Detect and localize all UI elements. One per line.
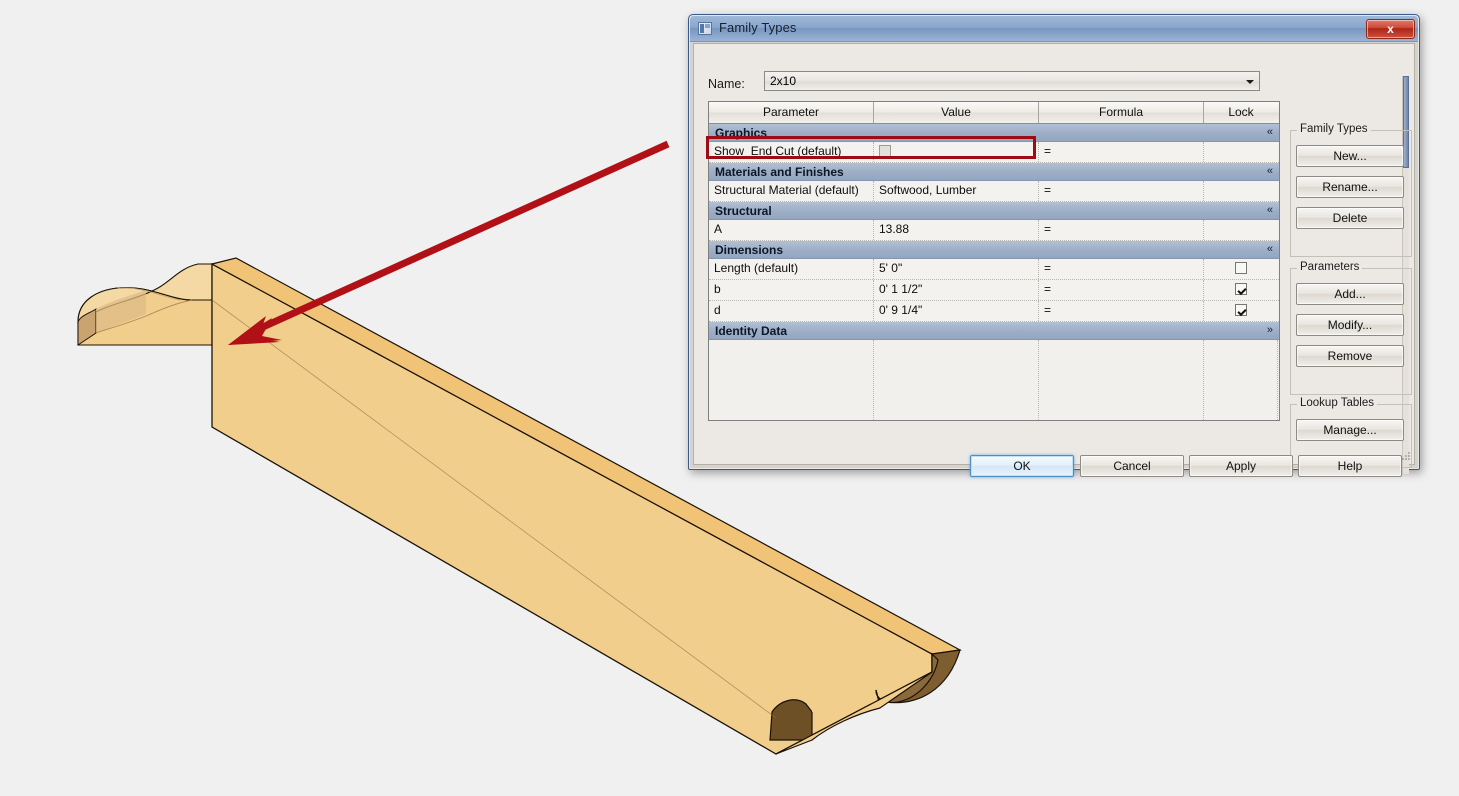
cancel-button[interactable]: Cancel [1080, 455, 1184, 477]
cell-value[interactable] [874, 142, 1039, 162]
rename-button[interactable]: Rename... [1296, 176, 1404, 198]
chevron-double-up-icon[interactable]: « [1267, 164, 1273, 179]
chevron-down-icon[interactable] [1246, 80, 1254, 84]
group-title-parameters: Parameters [1297, 261, 1363, 273]
family-types-dialog: Family Types x Name: 2x10 Parameter Valu… [688, 14, 1420, 477]
cell-lock[interactable] [1204, 259, 1278, 279]
chevron-double-down-icon[interactable]: » [1267, 323, 1273, 338]
cell-lock [1204, 181, 1278, 201]
chevron-double-up-icon[interactable]: « [1267, 125, 1273, 140]
section-header-row[interactable]: Identity Data » [709, 322, 1279, 340]
section-title: Dimensions [715, 242, 784, 257]
remove-parameter-button[interactable]: Remove [1296, 345, 1404, 367]
cell-formula[interactable]: = [1039, 142, 1204, 162]
cell-lock[interactable] [1204, 280, 1278, 300]
dialog-title: Family Types [719, 20, 797, 35]
callout-arrow [228, 140, 670, 345]
dialog-titlebar[interactable]: Family Types x [690, 16, 1418, 42]
resize-grip[interactable] [1399, 450, 1411, 462]
cell-formula[interactable]: = [1039, 259, 1204, 279]
cell-value[interactable]: 13.88 [874, 220, 1039, 240]
help-button[interactable]: Help [1298, 455, 1402, 477]
cell-formula[interactable]: = [1039, 280, 1204, 300]
table-row[interactable]: b 0' 1 1/2" = [709, 280, 1279, 301]
section-header-row[interactable]: Structural « [709, 202, 1279, 220]
cell-parameter[interactable]: A [709, 220, 874, 240]
lock-checkbox[interactable] [1235, 304, 1247, 316]
cell-value[interactable]: 0' 1 1/2" [874, 280, 1039, 300]
name-label: Name: [708, 77, 745, 91]
family-types-icon [698, 22, 712, 35]
cell-parameter[interactable]: Length (default) [709, 259, 874, 279]
empty-cell [1204, 340, 1278, 420]
column-header-value[interactable]: Value [874, 102, 1039, 123]
section-title: Materials and Finishes [715, 164, 844, 179]
section-header-row[interactable]: Graphics « [709, 124, 1279, 142]
cell-parameter[interactable]: Show_End Cut (default) [709, 142, 874, 162]
close-button[interactable]: x [1366, 19, 1415, 39]
dialog-body: Name: 2x10 Parameter Value Formula Lock … [693, 43, 1415, 477]
column-header-formula[interactable]: Formula [1039, 102, 1204, 123]
group-title-family-types: Family Types [1297, 123, 1371, 135]
group-family-types: Family Types New... Rename... Delete [1290, 123, 1412, 257]
parameter-table[interactable]: Parameter Value Formula Lock Graphics «Sh… [708, 101, 1280, 421]
table-row[interactable]: Show_End Cut (default) = [709, 142, 1279, 163]
empty-cell [1039, 340, 1204, 420]
column-header-parameter[interactable]: Parameter [709, 102, 874, 123]
family-type-name-value: 2x10 [770, 74, 797, 88]
table-row[interactable]: d 0' 9 1/4" = [709, 301, 1279, 322]
group-title-lookup-tables: Lookup Tables [1297, 397, 1377, 409]
table-body: Graphics «Show_End Cut (default) = Material… [709, 124, 1279, 420]
add-parameter-button[interactable]: Add... [1296, 283, 1404, 305]
apply-button[interactable]: Apply [1189, 455, 1293, 477]
cell-parameter[interactable]: b [709, 280, 874, 300]
cell-lock [1204, 220, 1278, 240]
cell-lock [1204, 142, 1278, 162]
table-row[interactable]: Length (default) 5' 0" = [709, 259, 1279, 280]
cell-value[interactable]: 0' 9 1/4" [874, 301, 1039, 321]
group-parameters: Parameters Add... Modify... Remove [1290, 261, 1412, 395]
ok-button[interactable]: OK [970, 455, 1074, 477]
cell-lock[interactable] [1204, 301, 1278, 321]
delete-button[interactable]: Delete [1296, 207, 1404, 229]
section-header-row[interactable]: Dimensions « [709, 241, 1279, 259]
modify-parameter-button[interactable]: Modify... [1296, 314, 1404, 336]
cell-parameter[interactable]: Structural Material (default) [709, 181, 874, 201]
table-empty-area[interactable] [709, 340, 1279, 420]
chevron-double-up-icon[interactable]: « [1267, 203, 1273, 218]
empty-cell [709, 340, 874, 420]
new-button[interactable]: New... [1296, 145, 1404, 167]
cell-formula[interactable]: = [1039, 220, 1204, 240]
cell-formula[interactable]: = [1039, 301, 1204, 321]
chevron-double-up-icon[interactable]: « [1267, 242, 1273, 257]
cell-value[interactable]: 5' 0" [874, 259, 1039, 279]
show-end-cut-checkbox[interactable] [879, 145, 891, 157]
cell-formula[interactable]: = [1039, 181, 1204, 201]
section-title: Graphics [715, 125, 768, 140]
manage-lookup-tables-button[interactable]: Manage... [1296, 419, 1404, 441]
lock-checkbox[interactable] [1235, 283, 1247, 295]
empty-cell [874, 340, 1039, 420]
section-title: Identity Data [715, 323, 788, 338]
column-header-lock[interactable]: Lock [1204, 102, 1278, 123]
screen-root: Family Types x Name: 2x10 Parameter Valu… [0, 0, 1459, 796]
table-header-row: Parameter Value Formula Lock [709, 102, 1279, 124]
lock-checkbox[interactable] [1235, 262, 1247, 274]
cell-value[interactable]: Softwood, Lumber [874, 181, 1039, 201]
section-title: Structural [715, 203, 772, 218]
section-header-row[interactable]: Materials and Finishes « [709, 163, 1279, 181]
table-row[interactable]: Structural Material (default) Softwood, L… [709, 181, 1279, 202]
cell-parameter[interactable]: d [709, 301, 874, 321]
table-row[interactable]: A 13.88 = [709, 220, 1279, 241]
family-type-name-combobox[interactable]: 2x10 [764, 71, 1260, 91]
